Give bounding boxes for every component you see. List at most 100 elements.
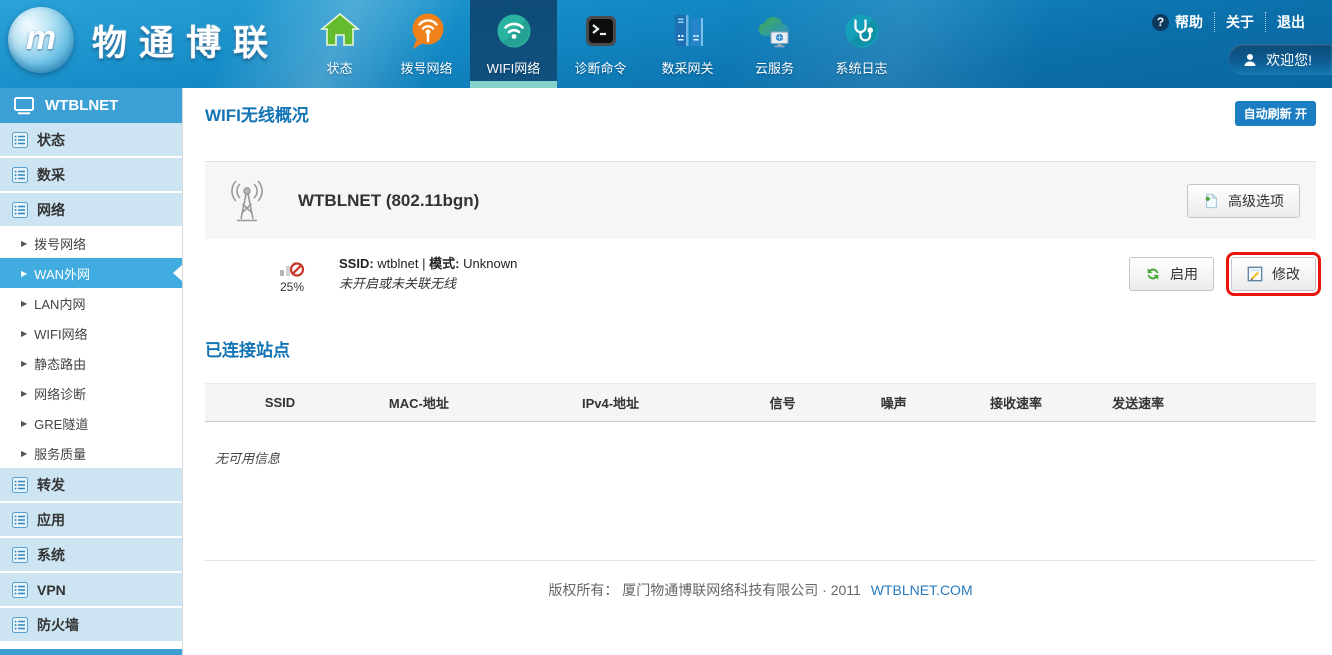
nav-tab-cloud-service[interactable]: 云服务 [731,0,818,88]
list-icon [12,167,28,183]
list-icon [12,132,28,148]
col-noise: 噪声 [827,384,960,422]
user-icon [1243,53,1257,67]
terminal-icon [581,11,621,51]
question-icon [1152,14,1169,31]
nav-tab-diagnostic-command[interactable]: 诊断命令 [557,0,644,88]
welcome-text: 欢迎您! [1266,50,1312,70]
sidebar-item-qos[interactable]: 服务质量 [0,438,182,468]
nav-tab-label: WIFI网络 [487,58,540,77]
nav-tab-label: 数采网关 [661,58,713,77]
monitor-icon [14,97,34,115]
nav-tab-label: 拨号网络 [400,58,452,77]
main-content: WIFI无线概况 自动刷新 开 WTBLNET (802.11bgn) 高级选项 [183,88,1332,655]
sidebar-bottom-strip [0,649,182,655]
wifi-status-text: 未开启或未关联无线 [339,274,517,294]
table-header-row: SSID MAC-地址 IPv4-地址 信号 噪声 接收速率 发送速率 [205,384,1316,422]
sidebar-item-network[interactable]: 网络 [0,193,182,226]
signal-disabled-icon [279,255,306,278]
sidebar-item-static-route[interactable]: 静态路由 [0,348,182,378]
modify-button[interactable]: 修改 [1231,257,1316,291]
ssid-line: SSID: wtblnet | 模式: Unknown [339,254,517,274]
signal-percent: 25% [280,280,304,294]
list-icon [12,512,28,528]
col-signal: 信号 [738,384,827,422]
wifi-status-row: 25% SSID: wtblnet | 模式: Unknown 未开启或未关联无… [205,239,1316,309]
ssid-value: wtblnet [377,256,418,271]
list-icon [12,477,28,493]
list-icon [12,547,28,563]
wifi-icon [494,11,534,51]
stations-section-title: 已连接站点 [205,336,1316,361]
sidebar-item-vpn[interactable]: VPN [0,573,182,606]
col-mac: MAC-地址 [355,384,483,422]
sidebar-device-header: WTBLNET [0,88,182,123]
sidebar-item-system[interactable]: 系统 [0,538,182,571]
logout-link[interactable]: 退出 [1265,12,1316,32]
separator: | [422,256,425,271]
footer: 版权所有： 厦门物通博联网络科技有限公司 · 2011 WTBLNET.COM [205,580,1316,600]
help-link[interactable]: 帮助 [1141,12,1214,32]
sidebar-item-forward[interactable]: 转发 [0,468,182,501]
wifi-info: SSID: wtblnet | 模式: Unknown 未开启或未关联无线 [339,254,517,294]
sidebar-item-status[interactable]: 状态 [0,123,182,156]
footer-link[interactable]: WTBLNET.COM [871,582,973,598]
list-icon [12,617,28,633]
edit-icon [1247,266,1263,282]
col-tx-rate: 发送速率 [1072,384,1205,422]
auto-refresh-toggle[interactable]: 自动刷新 开 [1235,101,1316,126]
sidebar-item-wifi[interactable]: WIFI网络 [0,318,182,348]
antenna-tower-icon [225,179,269,223]
nav-tab-wifi-network[interactable]: WIFI网络 [470,0,557,88]
copyright-text: 版权所有： 厦门物通博联网络科技有限公司 · 2011 [548,582,860,598]
nav-tab-label: 云服务 [755,58,794,77]
wifi-network-name: WTBLNET (802.11bgn) [298,191,479,211]
sidebar-item-wan[interactable]: WAN外网 [0,258,182,288]
sidebar-item-application[interactable]: 应用 [0,503,182,536]
home-icon [320,11,360,51]
broadcast-bubble-icon [407,11,447,51]
col-rx-rate: 接收速率 [960,384,1071,422]
brand-name: 物通博联 [92,15,280,66]
list-icon [12,582,28,598]
nav-tab-status[interactable]: 状态 [296,0,383,88]
stethoscope-icon [842,11,882,51]
sidebar-item-gre-tunnel[interactable]: GRE隧道 [0,408,182,438]
sidebar-item-data-collect[interactable]: 数采 [0,158,182,191]
cloud-monitor-icon [755,11,795,51]
header-links: 帮助 关于 退出 [1141,12,1316,32]
advanced-options-button[interactable]: 高级选项 [1187,184,1300,218]
brand-logo: m 物通博联 [8,7,280,73]
welcome-badge: 欢迎您! [1228,44,1332,75]
signal-block: 25% [274,255,310,294]
server-towers-icon [668,11,708,51]
nav-tab-label: 诊断命令 [574,58,626,77]
nav-tab-system-log[interactable]: 系统日志 [818,0,905,88]
device-name: WTBLNET [45,97,118,114]
top-navigation: 状态 拨号网络 WIFI网络 [296,0,905,88]
col-ipv4: IPv4-地址 [483,384,739,422]
nav-tab-label: 系统日志 [835,58,887,77]
nav-tab-label: 状态 [326,58,352,77]
wifi-overview-panel: WTBLNET (802.11bgn) 高级选项 [205,161,1316,239]
mode-value: Unknown [463,256,517,271]
enable-button[interactable]: 启用 [1129,257,1214,291]
page-title: WIFI无线概况 [205,101,309,126]
sidebar-item-dial-network[interactable]: 拨号网络 [0,228,182,258]
nav-tab-data-gateway[interactable]: 数采网关 [644,0,731,88]
sidebar-item-lan[interactable]: LAN内网 [0,288,182,318]
sidebar: WTBLNET 状态 数采 网络 拨号网络 WAN外网 LAN内网 WIFI网络… [0,88,183,655]
sidebar-item-network-diagnosis[interactable]: 网络诊断 [0,378,182,408]
about-link[interactable]: 关于 [1214,12,1265,32]
list-icon [12,202,28,218]
refresh-icon [1145,266,1161,282]
page-plus-icon [1203,193,1219,209]
empty-table-message: 无可用信息 [215,448,1316,467]
col-filler [1205,384,1316,422]
nav-tab-dial-network[interactable]: 拨号网络 [383,0,470,88]
connected-stations-table: SSID MAC-地址 IPv4-地址 信号 噪声 接收速率 发送速率 [205,383,1316,422]
col-ssid: SSID [205,384,355,422]
footer-divider [205,560,1316,561]
logo-sphere-icon: m [8,7,74,73]
sidebar-item-firewall[interactable]: 防火墙 [0,608,182,641]
